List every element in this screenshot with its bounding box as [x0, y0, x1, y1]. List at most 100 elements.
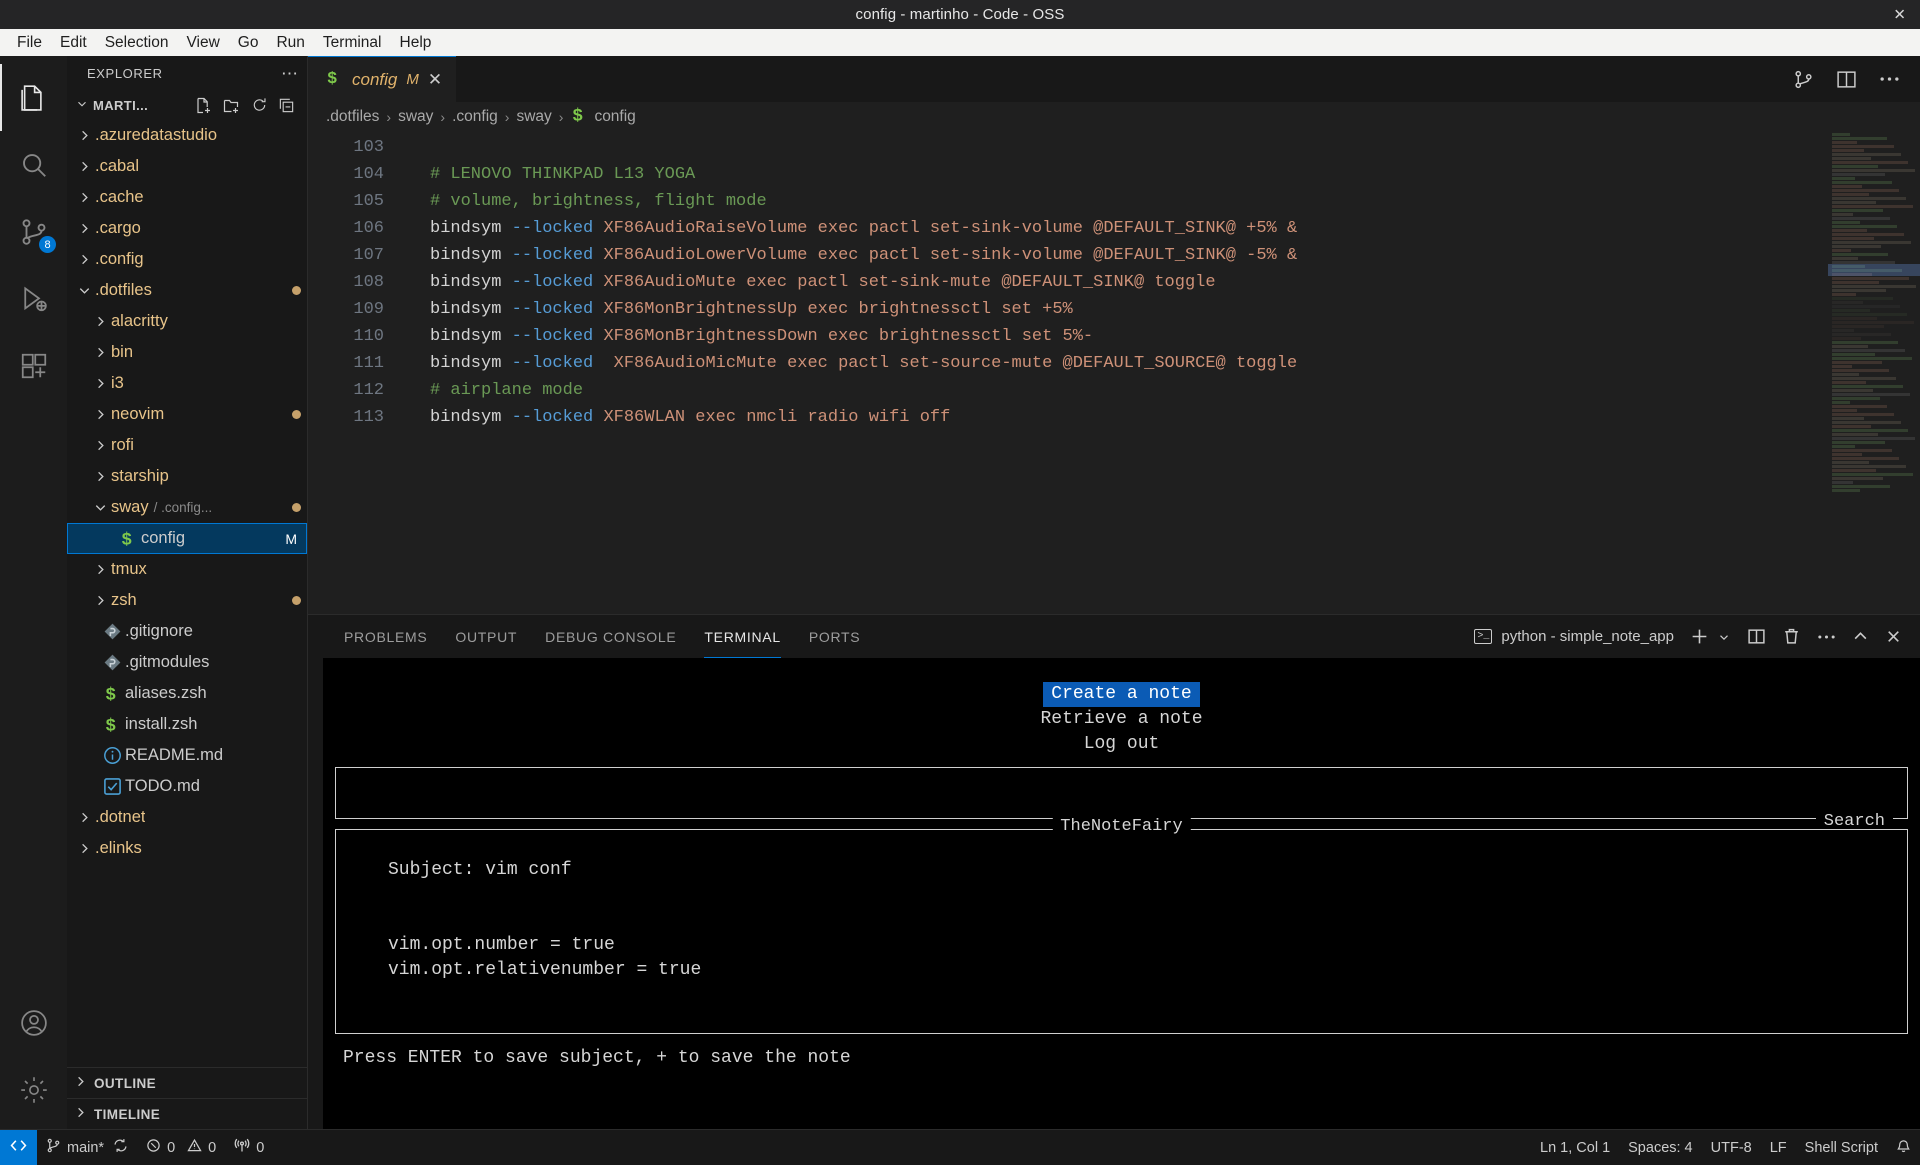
panel-tab-problems[interactable]: PROBLEMS: [330, 615, 441, 658]
status-problems[interactable]: 0 0: [137, 1130, 225, 1165]
chevron-right-icon[interactable]: [89, 314, 111, 329]
chevron-right-icon[interactable]: [89, 438, 111, 453]
tree-folder-row[interactable]: tmux: [67, 554, 307, 585]
file-tree[interactable]: .azuredatastudio .cabal .cache .cargo .confi…: [67, 120, 307, 1067]
tree-folder-row[interactable]: starship: [67, 461, 307, 492]
activitybar-accounts[interactable]: [0, 989, 67, 1056]
tree-folder-row[interactable]: bin: [67, 337, 307, 368]
status-indentation[interactable]: Spaces: 4: [1619, 1130, 1702, 1165]
new-folder-icon[interactable]: [223, 97, 241, 115]
breadcrumb-item[interactable]: sway: [516, 108, 551, 126]
tree-folder-row[interactable]: .dotfiles: [67, 275, 307, 306]
new-terminal-icon[interactable]: [1690, 627, 1709, 646]
tui-menu[interactable]: Create a note Retrieve a note Log out: [323, 666, 1920, 757]
activitybar-manage[interactable]: [0, 1056, 67, 1123]
split-editor-icon[interactable]: [1836, 69, 1857, 90]
panel-tab-ports[interactable]: PORTS: [795, 615, 874, 658]
chevron-right-icon[interactable]: [89, 593, 111, 608]
panel-more-actions-icon[interactable]: [1817, 633, 1836, 641]
code-line[interactable]: bindsym --locked XF86WLAN exec nmcli rad…: [400, 404, 1920, 431]
activitybar-search[interactable]: [0, 131, 67, 198]
chevron-right-icon[interactable]: [89, 469, 111, 484]
activitybar-explorer[interactable]: [0, 64, 67, 131]
tree-folder-row[interactable]: .cache: [67, 182, 307, 213]
tui-note-box[interactable]: TheNoteFairy Subject: vim conf vim.opt.nu…: [335, 817, 1908, 1034]
chevron-right-icon[interactable]: [73, 252, 95, 267]
status-notifications[interactable]: [1887, 1130, 1920, 1165]
panel-tab-debug-console[interactable]: DEBUG CONSOLE: [531, 615, 690, 658]
sidebar-section-outline[interactable]: OUTLINE: [67, 1067, 307, 1098]
chevron-right-icon[interactable]: [73, 221, 95, 236]
remote-indicator-button[interactable]: [0, 1129, 37, 1165]
sidebar-section-timeline[interactable]: TIMELINE: [67, 1098, 307, 1129]
sync-icon[interactable]: [113, 1138, 128, 1157]
tree-folder-row[interactable]: .cabal: [67, 151, 307, 182]
status-language-mode[interactable]: Shell Script: [1796, 1130, 1887, 1165]
tree-folder-row[interactable]: .dotnet: [67, 802, 307, 833]
tree-file-row[interactable]: $ install.zsh: [67, 709, 307, 740]
refresh-icon[interactable]: [251, 97, 268, 114]
tab-close-icon[interactable]: ✕: [428, 71, 442, 88]
code-line[interactable]: # volume, brightness, flight mode: [400, 188, 1920, 215]
tree-folder-row[interactable]: i3: [67, 368, 307, 399]
tui-search-box[interactable]: Search: [335, 767, 1908, 831]
chevron-down-icon[interactable]: [73, 283, 95, 298]
chevron-down-icon[interactable]: [1717, 630, 1731, 644]
chevron-right-icon[interactable]: [73, 128, 95, 143]
breadcrumb-item[interactable]: sway: [398, 108, 433, 126]
chevron-right-icon[interactable]: [73, 810, 95, 825]
sidebar-more-actions-icon[interactable]: ⋯: [281, 64, 299, 84]
breadcrumb-item[interactable]: .config: [452, 108, 498, 126]
terminal-output[interactable]: Create a note Retrieve a note Log out Sear…: [323, 658, 1920, 1129]
chevron-right-icon[interactable]: [73, 841, 95, 856]
code-line[interactable]: # LENOVO THINKPAD L13 YOGA: [400, 161, 1920, 188]
tui-menu-item[interactable]: Retrieve a note: [1032, 707, 1210, 732]
tree-folder-row[interactable]: .cargo: [67, 213, 307, 244]
code-line[interactable]: bindsym --locked XF86MonBrightnessDown e…: [400, 323, 1920, 350]
status-encoding[interactable]: UTF-8: [1702, 1130, 1761, 1165]
status-eol[interactable]: LF: [1761, 1130, 1796, 1165]
split-terminal-icon[interactable]: [1747, 627, 1766, 646]
maximize-panel-icon[interactable]: [1852, 628, 1869, 645]
chevron-right-icon[interactable]: [89, 407, 111, 422]
menu-terminal[interactable]: Terminal: [314, 31, 391, 55]
code-content[interactable]: # LENOVO THINKPAD L13 YOGA # volume, brig…: [400, 132, 1920, 614]
status-cursor-position[interactable]: Ln 1, Col 1: [1531, 1130, 1619, 1165]
menu-edit[interactable]: Edit: [51, 31, 96, 55]
close-panel-icon[interactable]: [1885, 628, 1902, 645]
chevron-right-icon[interactable]: [73, 190, 95, 205]
status-ports[interactable]: 0: [225, 1130, 273, 1165]
code-line[interactable]: bindsym --locked XF86AudioRaiseVolume ex…: [400, 215, 1920, 242]
menu-view[interactable]: View: [177, 31, 228, 55]
breadcrumb-item[interactable]: $ config: [570, 105, 636, 130]
chevron-right-icon[interactable]: [89, 345, 111, 360]
tree-file-row[interactable]: README.md: [67, 740, 307, 771]
code-editor[interactable]: 103 104 105 106 107 108 109 110 111 112 113 # LENO…: [308, 132, 1920, 614]
tree-folder-row[interactable]: .elinks: [67, 833, 307, 864]
tree-folder-row[interactable]: neovim: [67, 399, 307, 430]
breadcrumb[interactable]: .dotfiles › sway › .config › sway › $ config: [308, 102, 1920, 132]
menu-selection[interactable]: Selection: [96, 31, 178, 55]
code-line[interactable]: bindsym --locked XF86AudioMicMute exec p…: [400, 350, 1920, 377]
activitybar-run-debug[interactable]: [0, 265, 67, 332]
tui-menu-row[interactable]: Retrieve a note: [323, 707, 1920, 732]
activitybar-extensions[interactable]: [0, 332, 67, 399]
tree-file-row[interactable]: .gitignore: [67, 616, 307, 647]
tree-file-row[interactable]: $ aliases.zsh: [67, 678, 307, 709]
status-branch[interactable]: main*: [37, 1130, 137, 1165]
tui-menu-row[interactable]: Create a note: [323, 682, 1920, 707]
tree-folder-row[interactable]: alacritty: [67, 306, 307, 337]
new-file-icon[interactable]: [195, 97, 213, 115]
menu-run[interactable]: Run: [267, 31, 313, 55]
chevron-right-icon[interactable]: [89, 562, 111, 577]
tui-menu-row[interactable]: Log out: [323, 732, 1920, 757]
breadcrumb-item[interactable]: .dotfiles: [326, 108, 379, 126]
menu-go[interactable]: Go: [229, 31, 268, 55]
panel-tab-output[interactable]: OUTPUT: [441, 615, 531, 658]
code-line[interactable]: bindsym --locked XF86AudioLowerVolume ex…: [400, 242, 1920, 269]
collapse-all-icon[interactable]: [278, 97, 295, 114]
more-actions-icon[interactable]: [1879, 75, 1900, 83]
tree-folder-row[interactable]: rofi: [67, 430, 307, 461]
terminal-instance-selector[interactable]: >_ python - simple_note_app: [1474, 628, 1674, 645]
chevron-down-icon[interactable]: [89, 500, 111, 515]
